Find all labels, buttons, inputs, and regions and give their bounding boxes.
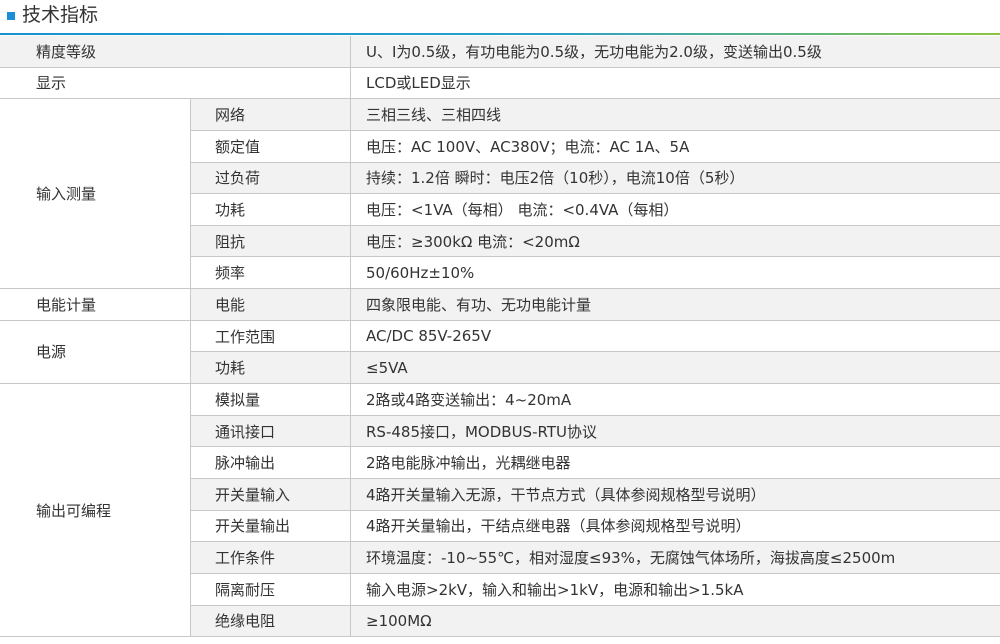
column-divider: [350, 99, 351, 130]
spec-item: 功耗: [215, 359, 246, 378]
spec-group-cell: 输入测量: [0, 99, 190, 290]
spec-value: 输入电源>2kV，输入和输出>1kV，电源和输出>1.5kA: [366, 580, 744, 599]
column-divider: [350, 194, 351, 225]
column-divider: [190, 447, 191, 478]
column-divider: [350, 447, 351, 478]
column-divider: [190, 130, 191, 162]
spec-item: 网络: [215, 106, 246, 125]
spec-table: 精度等级 U、I为0.5级，有功电能为0.5级，无功电能为2.0级，变送输出0.5…: [0, 36, 1000, 638]
column-divider: [350, 605, 351, 637]
column-divider: [190, 320, 191, 352]
spec-value: 电压：≥300kΩ 电流：<20mΩ: [366, 232, 580, 251]
spec-item: 额定值: [215, 137, 261, 156]
spec-value: U、I为0.5级，有功电能为0.5级，无功电能为2.0级，变送输出0.5级: [366, 42, 822, 61]
spec-item: 工作条件: [215, 549, 276, 568]
spec-value: 电压：<1VA（每相） 电流：<0.4VA（每相）: [366, 201, 679, 220]
column-divider: [350, 225, 351, 257]
column-divider: [350, 36, 351, 67]
spec-item: 隔离耐压: [215, 580, 276, 599]
spec-item: 电能: [215, 295, 246, 314]
section-header: 技术指标: [0, 0, 1000, 35]
spec-value: 电压：AC 100V、AC380V；电流：AC 1A、5A: [366, 137, 690, 156]
spec-item: 模拟量: [215, 390, 261, 409]
spec-item: 工作范围: [215, 327, 276, 346]
spec-value: 50/60Hz±10%: [366, 263, 475, 282]
column-divider: [190, 99, 191, 130]
column-divider: [190, 573, 191, 605]
column-divider: [350, 289, 351, 320]
column-divider: [350, 320, 351, 352]
spec-group-label: 输入测量: [36, 185, 97, 204]
column-divider: [190, 605, 191, 637]
spec-item: 频率: [215, 264, 246, 283]
spec-group-cell: 电源: [0, 320, 190, 385]
column-divider: [190, 162, 191, 194]
column-divider: [190, 542, 191, 573]
spec-value: 持续：1.2倍 瞬时：电压2倍（10秒），电流10倍（5秒）: [366, 169, 745, 188]
column-divider: [190, 384, 191, 415]
column-divider: [350, 130, 351, 162]
column-divider: [190, 257, 191, 289]
column-divider: [350, 162, 351, 194]
column-divider: [350, 510, 351, 542]
section-title: 技术指标: [22, 4, 99, 26]
spec-group-label: 输出可编程: [36, 501, 112, 520]
column-divider: [190, 478, 191, 510]
spec-value: RS-485接口，MODBUS-RTU协议: [366, 422, 597, 441]
table-row: 精度等级 U、I为0.5级，有功电能为0.5级，无功电能为2.0级，变送输出0.5…: [0, 36, 1000, 68]
table-row: 显示 LCD或LED显示: [0, 67, 1000, 100]
spec-value: 三相三线、三相四线: [366, 106, 502, 125]
spec-value: 4路开关量输入无源，干节点方式（具体参阅规格型号说明）: [366, 485, 766, 504]
spec-value: 2路或4路变送输出：4~20mA: [366, 390, 572, 409]
column-divider: [350, 415, 351, 447]
spec-value: ≤5VA: [366, 358, 408, 377]
spec-group-label: 电能计量: [36, 296, 97, 314]
spec-item: 通讯接口: [215, 422, 276, 441]
column-divider: [350, 352, 351, 384]
spec-category: 精度等级: [36, 42, 97, 61]
column-divider: [350, 542, 351, 573]
column-divider: [350, 257, 351, 289]
square-bullet-icon: [7, 12, 15, 20]
column-divider: [190, 225, 191, 257]
spec-item: 开关量输出: [215, 517, 291, 536]
column-divider: [350, 573, 351, 605]
spec-item: 过负荷: [215, 169, 261, 188]
spec-group-cell: 输出可编程: [0, 384, 190, 638]
spec-group-cell: 电能计量: [0, 289, 190, 321]
spec-item: 脉冲输出: [215, 454, 276, 473]
spec-value: 四象限电能、有功、无功电能计量: [366, 295, 592, 314]
column-divider: [190, 289, 191, 320]
spec-item: 开关量输入: [215, 485, 291, 504]
column-divider: [190, 194, 191, 225]
column-divider: [350, 478, 351, 510]
spec-value: LCD或LED显示: [366, 74, 471, 93]
spec-value: AC/DC 85V-265V: [366, 327, 492, 346]
spec-category: 显示: [36, 74, 67, 93]
spec-item: 功耗: [215, 201, 246, 220]
column-divider: [190, 352, 191, 384]
column-divider: [190, 415, 191, 447]
spec-group-label: 电源: [36, 343, 67, 362]
spec-value: ≥100MΩ: [366, 611, 432, 630]
spec-item: 绝缘电阻: [215, 612, 276, 631]
column-divider: [350, 384, 351, 415]
column-divider: [190, 510, 191, 542]
spec-value: 环境温度：-10~55℃，相对湿度≤93%，无腐蚀气体场所，海拔高度≤2500m: [366, 549, 896, 568]
column-divider: [350, 67, 351, 99]
spec-item: 阻抗: [215, 232, 246, 251]
spec-value: 4路开关量输出，干结点继电器（具体参阅规格型号说明）: [366, 517, 751, 536]
spec-value: 2路电能脉冲输出，光耦继电器: [366, 454, 571, 473]
header-divider: [0, 33, 1000, 35]
